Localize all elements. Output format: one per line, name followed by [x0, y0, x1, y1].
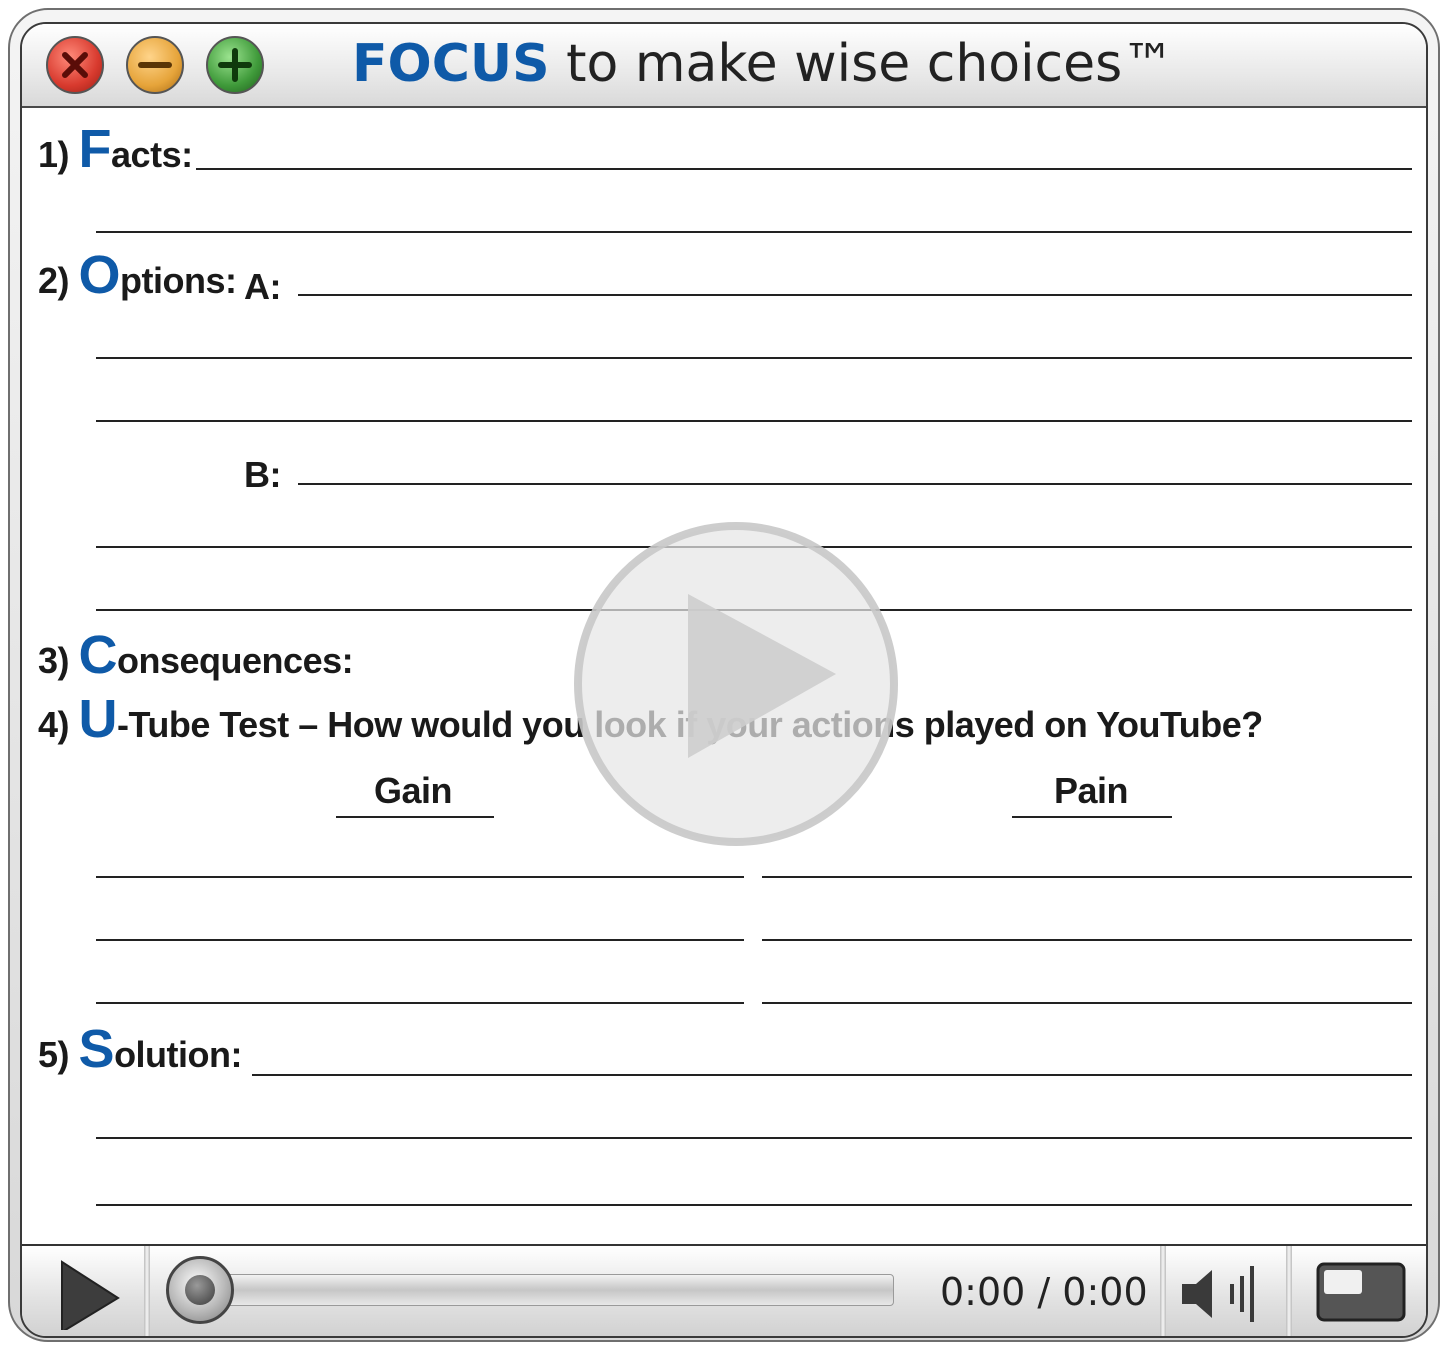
pain-line-2[interactable] [762, 939, 1412, 941]
consequences-number: 3) [38, 640, 70, 681]
gain-heading: Gain [374, 770, 453, 811]
pain-line-1[interactable] [762, 876, 1412, 878]
facts-number: 1) [38, 134, 70, 175]
utube-number: 4) [38, 704, 70, 745]
facts-line-1[interactable] [196, 168, 1412, 170]
solution-label: 5) Solution: [38, 1018, 243, 1080]
minimize-icon [138, 62, 172, 68]
worksheet: 1) Facts: 2) Options: A: B: 3) Consequen… [22, 108, 1426, 1242]
consequences-label: 3) Consequences: [38, 624, 354, 686]
time-display: 0:00 / 0:00 [940, 1270, 1148, 1314]
gain-line-2[interactable] [96, 939, 744, 941]
options-text: ptions: [120, 260, 237, 301]
utube-initial: U [78, 689, 118, 749]
gain-line-1[interactable] [96, 876, 744, 878]
progress-track[interactable] [200, 1274, 894, 1306]
title-text: to make wise choices™ [549, 34, 1175, 94]
play-icon [61, 1260, 120, 1334]
maximize-button[interactable] [206, 36, 264, 94]
pain-line-3[interactable] [762, 1002, 1412, 1004]
options-initial: O [78, 245, 121, 305]
consequences-text: onsequences: [117, 640, 354, 681]
option-a-line-2[interactable] [96, 357, 1412, 359]
minimize-button[interactable] [126, 36, 184, 94]
separator [1160, 1246, 1166, 1336]
player-controls: 0:00 / 0:00 [22, 1244, 1426, 1336]
solution-line-1[interactable] [252, 1074, 1412, 1076]
progress-knob-center [185, 1275, 215, 1305]
option-a-label: A: [244, 266, 282, 307]
maximize-icon [218, 48, 252, 82]
play-icon [574, 522, 898, 846]
progress-knob[interactable] [166, 1256, 234, 1324]
facts-text: acts: [111, 134, 193, 175]
title-brand: FOCUS [352, 34, 550, 94]
window-title: FOCUS to make wise choices™ [352, 32, 1174, 96]
solution-line-3[interactable] [96, 1204, 1412, 1206]
close-icon [62, 52, 88, 78]
player-window: FOCUS to make wise choices™ 1) Facts: 2)… [20, 22, 1428, 1338]
facts-initial: F [78, 119, 112, 179]
fullscreen-button[interactable] [1316, 1262, 1406, 1322]
solution-number: 5) [38, 1034, 70, 1075]
pain-heading: Pain [1054, 770, 1129, 811]
gain-line-3[interactable] [96, 1002, 744, 1004]
solution-line-2[interactable] [96, 1137, 1412, 1139]
option-a-line-3[interactable] [96, 420, 1412, 422]
separator [144, 1246, 150, 1336]
option-b-label: B: [244, 454, 282, 495]
option-a-line-1[interactable] [298, 294, 1412, 296]
pain-underline [1012, 816, 1172, 818]
volume-icon [1182, 1266, 1254, 1322]
close-button[interactable] [46, 36, 104, 94]
solution-text: olution: [114, 1034, 243, 1075]
options-number: 2) [38, 260, 70, 301]
facts-line-2[interactable] [96, 231, 1412, 233]
consequences-initial: C [78, 625, 118, 685]
solution-initial: S [78, 1019, 115, 1079]
big-play-button[interactable] [574, 522, 898, 846]
options-label: 2) Options: [38, 244, 237, 306]
gain-underline [336, 816, 494, 818]
separator [1286, 1246, 1292, 1336]
volume-button[interactable] [1178, 1262, 1268, 1326]
option-b-line-1[interactable] [298, 483, 1412, 485]
facts-label: 1) Facts: [38, 118, 193, 180]
play-button[interactable] [52, 1260, 122, 1334]
title-bar: FOCUS to make wise choices™ [22, 24, 1426, 108]
fullscreen-icon [1316, 1262, 1406, 1322]
